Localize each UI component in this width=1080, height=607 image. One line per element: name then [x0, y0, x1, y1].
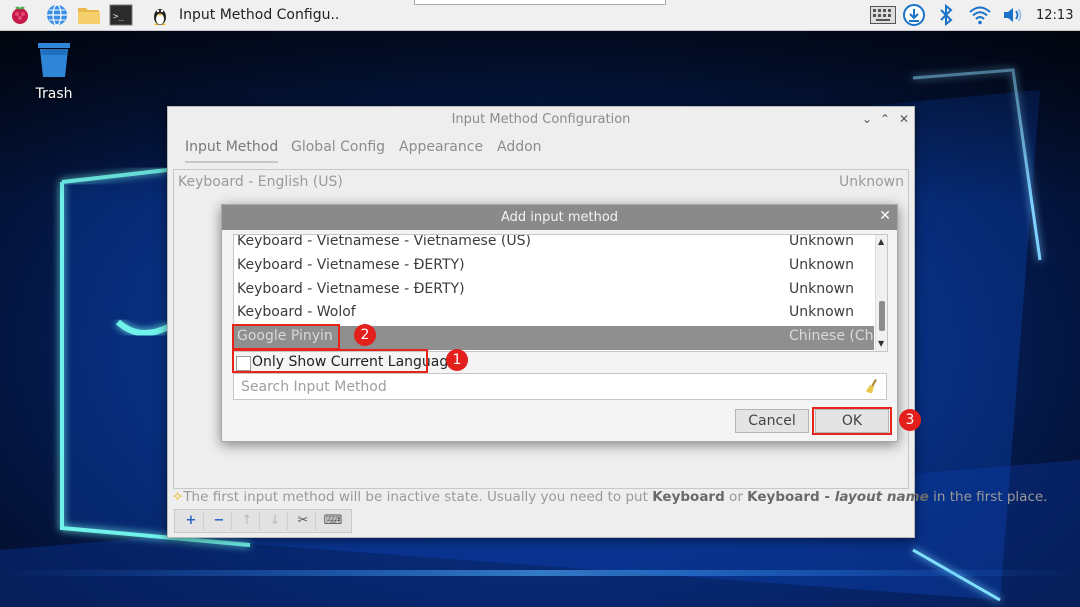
close-icon[interactable]: ✕: [899, 112, 909, 126]
updater-icon[interactable]: [902, 3, 926, 27]
step-badge-3: 3: [899, 409, 921, 431]
clock[interactable]: 12:13: [1036, 8, 1073, 23]
list-item[interactable]: Keyboard - Vietnamese - ĐERTY) Unknown: [234, 255, 874, 279]
list-item[interactable]: Keyboard - Vietnamese - Vietnamese (US) …: [234, 235, 874, 255]
dialog-title: Add input method: [500, 210, 619, 225]
hint-text: ✧The first input method will be inactive…: [172, 489, 1048, 505]
trash-icon: [38, 43, 70, 77]
highlight-ok-button: [812, 407, 892, 435]
tab-appearance[interactable]: Appearance: [399, 139, 483, 155]
terminal-icon[interactable]: >_: [109, 3, 133, 27]
move-down-icon[interactable]: ↓: [263, 512, 288, 530]
volume-icon[interactable]: [1001, 3, 1025, 27]
list-item[interactable]: Keyboard - Wolof Unknown: [234, 302, 874, 326]
tab-global-config[interactable]: Global Config: [291, 139, 385, 155]
input-method-name[interactable]: Keyboard - English (US): [178, 174, 343, 190]
step-badge-1: 1: [446, 349, 468, 371]
fcitx-penguin-icon[interactable]: [148, 3, 172, 27]
file-manager-icon[interactable]: [77, 3, 101, 27]
scroll-up-icon[interactable]: ▲: [878, 237, 884, 246]
step-badge-2: 2: [354, 324, 376, 346]
search-box: [233, 373, 887, 400]
minimize-icon[interactable]: ⌄: [862, 112, 872, 126]
tab-addon[interactable]: Addon: [497, 139, 542, 155]
window-titlebar[interactable]: Input Method Configuration ⌄ ⌃ ✕: [168, 107, 914, 133]
close-icon[interactable]: ✕: [879, 208, 891, 224]
input-method-toolbar: + − ↑ ↓ ✂ ⌨: [174, 509, 352, 533]
clear-broom-icon[interactable]: [864, 378, 880, 394]
list-scrollbar[interactable]: ▲ ▼: [875, 235, 887, 351]
active-window-title[interactable]: Input Method Configu..: [179, 7, 339, 23]
add-icon[interactable]: +: [179, 512, 204, 530]
raspberry-menu-icon[interactable]: [8, 3, 32, 27]
list-item[interactable]: Keyboard - Vietnamese - ĐERTY) Unknown: [234, 279, 874, 303]
configure-icon[interactable]: ✂: [291, 512, 316, 530]
input-method-status: Unknown: [839, 174, 904, 190]
trash-label: Trash: [35, 86, 73, 102]
highlight-google-pinyin: [232, 324, 340, 350]
search-input[interactable]: [239, 377, 853, 397]
cancel-button[interactable]: Cancel: [735, 409, 809, 433]
window-title: Input Method Configuration: [451, 112, 631, 127]
wifi-icon[interactable]: [968, 3, 992, 27]
hint-icon: ✧: [172, 489, 184, 505]
dialog-titlebar[interactable]: Add input method ✕: [222, 205, 897, 230]
web-browser-icon[interactable]: [45, 3, 69, 27]
move-up-icon[interactable]: ↑: [235, 512, 260, 530]
svg-text:>_: >_: [113, 12, 124, 22]
keyboard-icon[interactable]: [870, 6, 896, 24]
keyboard-layout-icon[interactable]: ⌨: [321, 512, 345, 530]
tab-input-method[interactable]: Input Method: [185, 139, 279, 163]
scroll-down-icon[interactable]: ▼: [878, 339, 884, 348]
highlight-only-show-checkbox: [232, 349, 428, 373]
remove-icon[interactable]: −: [207, 512, 232, 530]
top-panel: >_ Input Method Configu.. 12:13: [0, 0, 1080, 31]
add-input-method-dialog: Add input method ✕ Keyboard - Vietnamese…: [221, 204, 898, 442]
bluetooth-icon[interactable]: [934, 3, 958, 27]
scrollbar-thumb[interactable]: [879, 301, 885, 331]
trash-desktop-icon[interactable]: Trash: [28, 40, 80, 102]
maximize-icon[interactable]: ⌃: [880, 112, 890, 126]
taskbar-window-slot[interactable]: [414, 0, 666, 5]
